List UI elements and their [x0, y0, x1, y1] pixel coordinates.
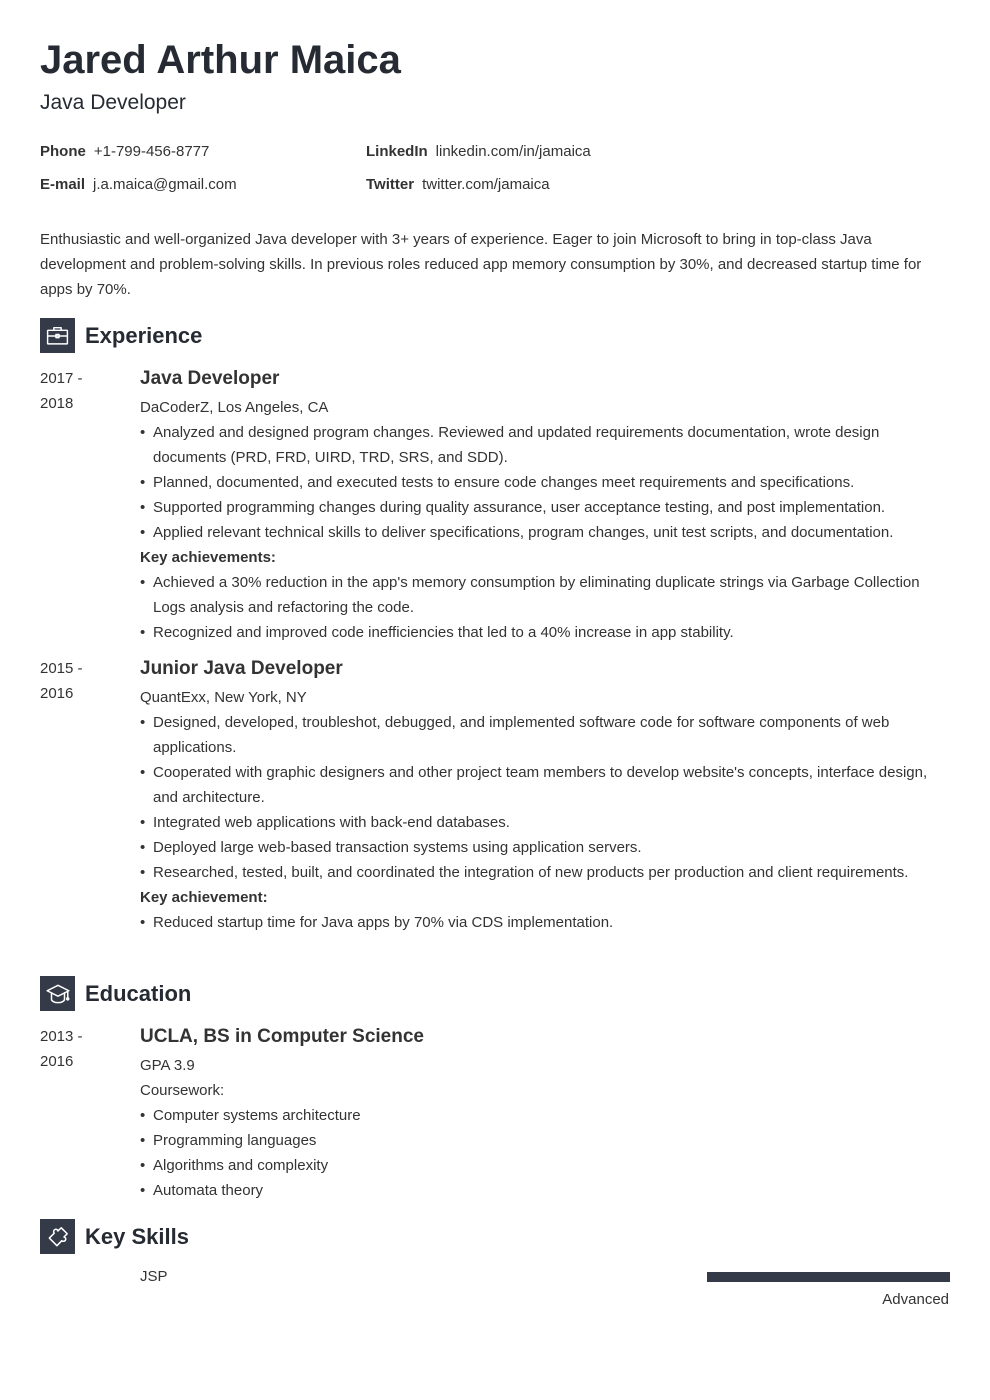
contact-value[interactable]: twitter.com/jamaica	[422, 176, 550, 193]
contact-label: E-mail	[40, 176, 86, 193]
achievements-list: Achieved a 30% reduction in the app's me…	[140, 570, 940, 645]
achievements-label: Key achievements:	[140, 549, 276, 566]
date-start: 2013 -	[40, 1028, 83, 1045]
achievements-list: Reduced startup time for Java apps by 70…	[140, 910, 940, 935]
skill-level-bar	[707, 1272, 950, 1282]
gpa: GPA 3.9	[140, 1057, 195, 1074]
contact-label: LinkedIn	[366, 143, 428, 160]
list-item: Cooperated with graphic designers and ot…	[140, 760, 940, 810]
list-item: Supported programming changes during qua…	[140, 495, 940, 520]
contact-linkedin: LinkedIn linkedin.com/in/jamaica	[366, 142, 591, 162]
list-item: Programming languages	[140, 1128, 940, 1153]
date-start: 2015 -	[40, 660, 83, 677]
responsibilities-list: Designed, developed, troubleshot, debugg…	[140, 710, 940, 885]
coursework-label: Coursework:	[140, 1082, 225, 1099]
section-title: Key Skills	[85, 1223, 189, 1249]
education-section-header: Education	[40, 976, 191, 1011]
degree: UCLA, BS in Computer Science	[140, 1026, 424, 1047]
experience-section-header: Experience	[40, 318, 202, 353]
skills-section-header: Key Skills	[40, 1219, 189, 1254]
contact-value[interactable]: j.a.maica@gmail.com	[93, 176, 237, 193]
puzzle-piece-icon	[40, 1219, 75, 1254]
skill-level-label: Advanced	[882, 1291, 949, 1308]
company: DaCoderZ, Los Angeles, CA	[140, 399, 329, 416]
section-title: Experience	[85, 322, 203, 348]
contact-label: Phone	[40, 143, 86, 160]
contact-value[interactable]: linkedin.com/in/jamaica	[436, 143, 591, 160]
date-end: 2016	[40, 1053, 74, 1070]
entry-date: 2015 - 2016	[40, 656, 120, 706]
entry-date: 2017 - 2018	[40, 366, 120, 416]
skill-name: JSP	[140, 1268, 168, 1285]
list-item: Algorithms and complexity	[140, 1153, 940, 1178]
profile-summary: Enthusiastic and well-organized Java dev…	[40, 231, 922, 298]
candidate-name: Jared Arthur Maica	[40, 38, 401, 82]
date-start: 2017 -	[40, 370, 83, 387]
list-item: Deployed large web-based transaction sys…	[140, 835, 940, 860]
company: QuantExx, New York, NY	[140, 689, 307, 706]
job-title: Junior Java Developer	[140, 658, 343, 679]
contact-twitter: Twitter twitter.com/jamaica	[366, 175, 550, 195]
list-item: Designed, developed, troubleshot, debugg…	[140, 710, 940, 760]
list-item: Recognized and improved code inefficienc…	[140, 620, 940, 645]
briefcase-icon	[40, 318, 75, 353]
list-item: Applied relevant technical skills to del…	[140, 520, 940, 545]
contact-value: +1-799-456-8777	[93, 143, 210, 160]
coursework-list: Computer systems architecture Programmin…	[140, 1103, 940, 1203]
skill-level-bar-fill	[707, 1272, 950, 1282]
contact-email: E-mail j.a.maica@gmail.com	[40, 175, 237, 195]
list-item: Planned, documented, and executed tests …	[140, 470, 940, 495]
responsibilities-list: Analyzed and designed program changes. R…	[140, 420, 940, 545]
contact-phone: Phone +1-799-456-8777	[40, 142, 209, 162]
achievements-label: Key achievement:	[140, 889, 268, 906]
list-item: Computer systems architecture	[140, 1103, 940, 1128]
date-end: 2016	[40, 685, 74, 702]
list-item: Automata theory	[140, 1178, 940, 1203]
entry-date: 2013 - 2016	[40, 1024, 120, 1074]
list-item: Reduced startup time for Java apps by 70…	[140, 910, 940, 935]
contact-label: Twitter	[366, 176, 415, 193]
candidate-title: Java Developer	[40, 91, 186, 114]
date-end: 2018	[40, 395, 74, 412]
list-item: Researched, tested, built, and coordinat…	[140, 860, 940, 885]
job-title: Java Developer	[140, 368, 280, 389]
graduation-cap-icon	[40, 976, 75, 1011]
section-title: Education	[85, 980, 192, 1006]
list-item: Integrated web applications with back-en…	[140, 810, 940, 835]
list-item: Analyzed and designed program changes. R…	[140, 420, 940, 470]
list-item: Achieved a 30% reduction in the app's me…	[140, 570, 940, 620]
